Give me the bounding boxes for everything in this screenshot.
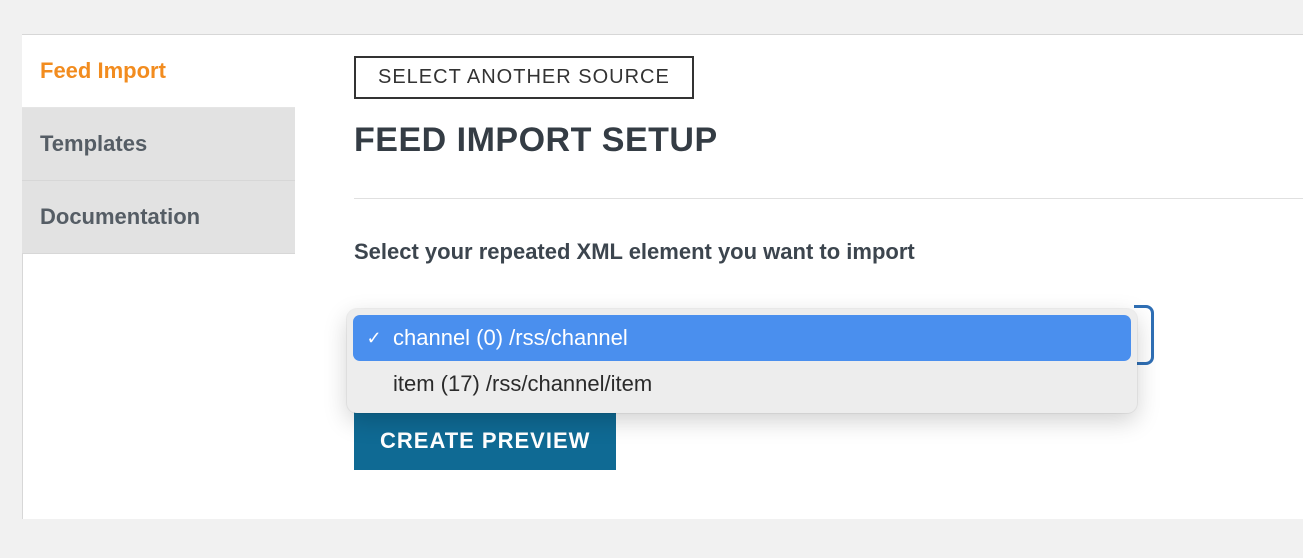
sidebar: Feed Import Templates Documentation xyxy=(22,35,295,254)
page-title: FEED IMPORT SETUP xyxy=(354,121,1303,160)
tab-label: Feed Import xyxy=(40,58,166,84)
dropdown-option-item[interactable]: ✓ item (17) /rss/channel/item xyxy=(353,361,1131,407)
dropdown-menu: ✓ channel (0) /rss/channel ✓ item (17) /… xyxy=(347,309,1137,413)
page-root: Feed Import Templates Documentation SELE… xyxy=(0,10,1303,558)
check-icon: ✓ xyxy=(365,328,383,349)
tab-documentation[interactable]: Documentation xyxy=(22,181,295,254)
tab-feed-import[interactable]: Feed Import xyxy=(22,35,295,108)
tab-label: Templates xyxy=(40,131,147,157)
create-preview-button[interactable]: CREATE PREVIEW xyxy=(354,412,616,470)
button-label: SELECT ANOTHER SOURCE xyxy=(378,66,670,88)
button-label: CREATE PREVIEW xyxy=(380,428,590,453)
instruction-text: Select your repeated XML element you wan… xyxy=(354,239,1303,265)
option-label: channel (0) /rss/channel xyxy=(393,325,628,351)
tab-templates[interactable]: Templates xyxy=(22,108,295,181)
select-field-edge xyxy=(1134,305,1154,365)
option-label: item (17) /rss/channel/item xyxy=(393,371,652,397)
select-another-source-button[interactable]: SELECT ANOTHER SOURCE xyxy=(354,56,694,99)
main-content: SELECT ANOTHER SOURCE FEED IMPORT SETUP … xyxy=(354,56,1303,305)
tab-label: Documentation xyxy=(40,204,200,230)
dropdown-option-channel[interactable]: ✓ channel (0) /rss/channel xyxy=(353,315,1131,361)
divider xyxy=(354,198,1303,199)
